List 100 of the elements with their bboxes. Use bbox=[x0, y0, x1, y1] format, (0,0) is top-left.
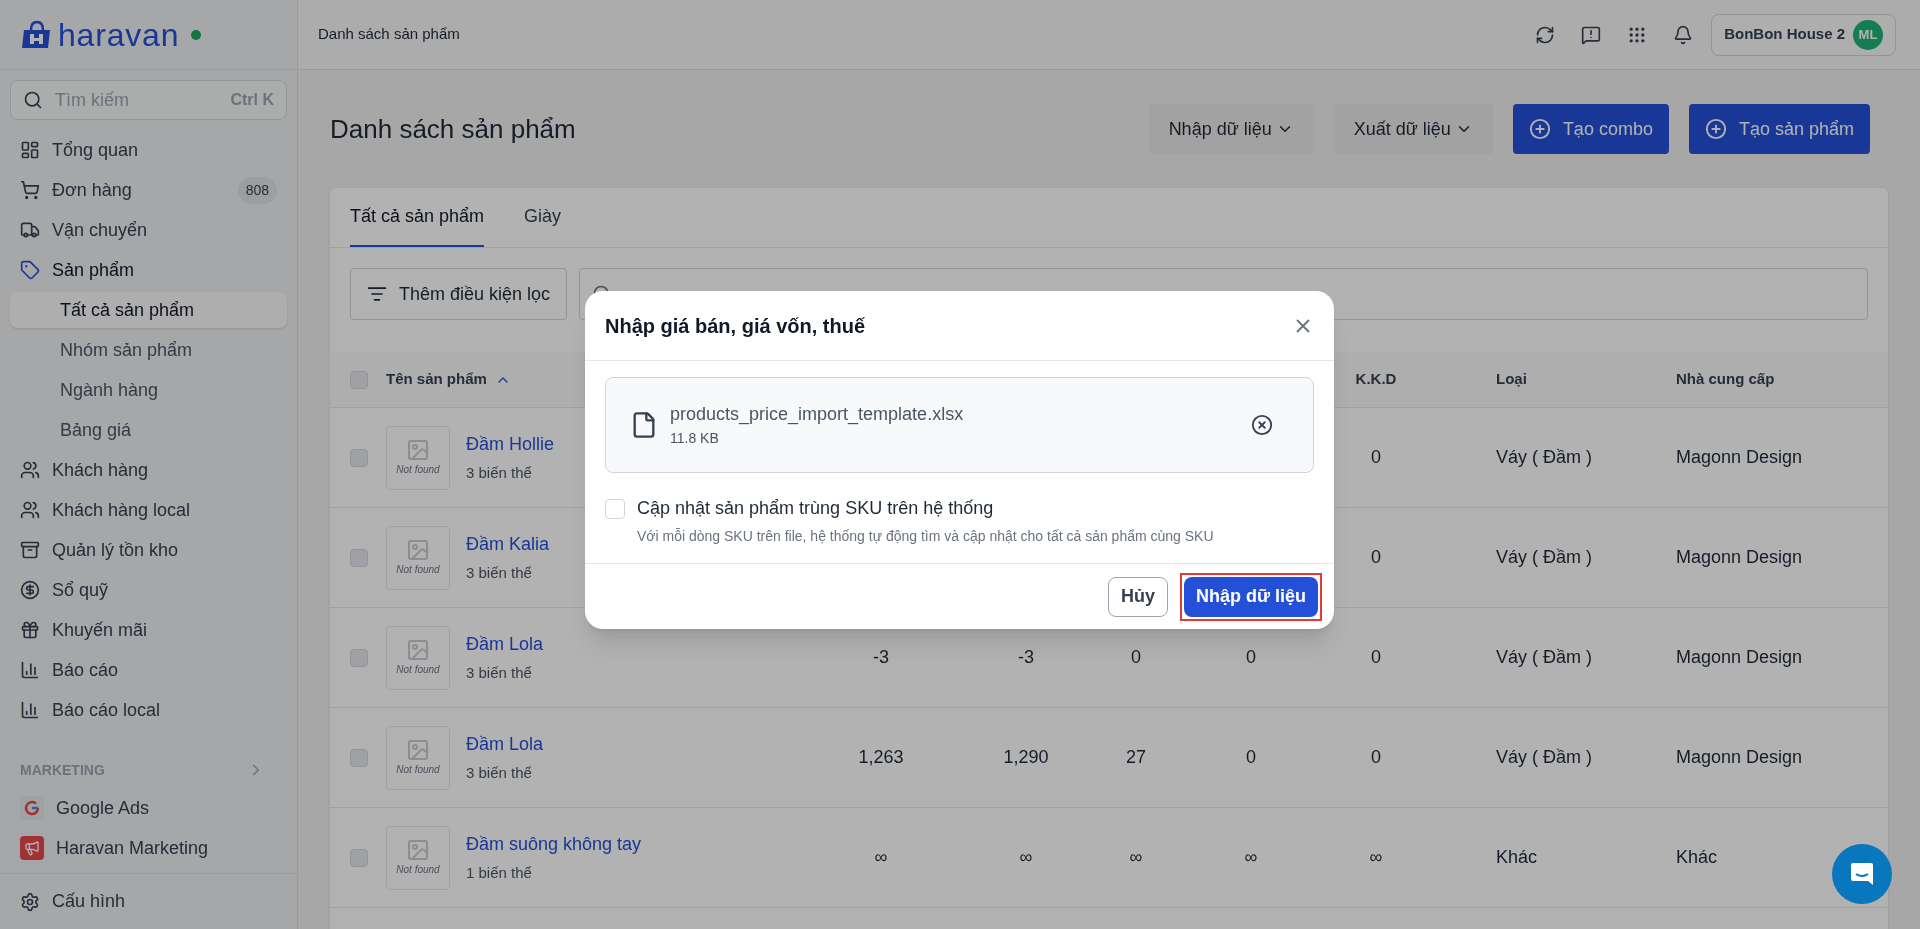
sidebar-item[interactable]: Báo cáo local bbox=[0, 690, 297, 730]
megaphone-icon bbox=[20, 836, 44, 860]
dollar-icon bbox=[20, 580, 40, 600]
sidebar-item[interactable]: Đơn hàng 808 bbox=[0, 170, 297, 210]
store-switcher[interactable]: BonBon House 2 ML bbox=[1711, 13, 1896, 56]
sidebar-item[interactable]: Báo cáo bbox=[0, 650, 297, 690]
plus-icon bbox=[1528, 118, 1551, 140]
table-cell-text: Khác bbox=[1495, 846, 1539, 869]
variant-count: 3 biến thể bbox=[466, 662, 533, 683]
dropdown-button[interactable]: Nhập dữ liệu bbox=[1148, 104, 1314, 154]
column-header: K.K.D bbox=[1355, 369, 1397, 390]
sync-icon[interactable] bbox=[1535, 24, 1556, 45]
bar-chart-icon bbox=[20, 660, 40, 680]
table-cell-text: ∞ bbox=[1369, 846, 1383, 869]
hint-text: Với mỗi dòng SKU trên file, hệ thống tự động tìm và cập nhật cho tất cả sản phẩm cùng SKU bbox=[636, 527, 1215, 546]
table-cell-text: Magonn Design bbox=[1676, 446, 1804, 469]
bar-chart-icon bbox=[20, 700, 40, 720]
sidebar-subitem[interactable]: Nhóm sản phẩm bbox=[10, 332, 287, 368]
dialog-title: Nhập giá bán, giá vốn, thuế bbox=[605, 313, 867, 339]
sidebar-item[interactable]: Haravan Marketing bbox=[0, 828, 297, 868]
table-cell-text: 27 bbox=[1126, 746, 1146, 769]
product-link[interactable]: Đầm Hollie bbox=[466, 430, 555, 458]
table-cell-text: ∞ bbox=[1244, 846, 1258, 869]
sidebar-item[interactable]: Vận chuyển bbox=[0, 210, 297, 250]
sidebar-subitem[interactable]: Bảng giá bbox=[10, 412, 287, 448]
column-header: Loại bbox=[1495, 369, 1528, 390]
sidebar-subitem[interactable]: Ngành hàng bbox=[10, 372, 287, 408]
table-cell-text: 0 bbox=[1131, 646, 1141, 669]
sidebar-item[interactable]: Tổng quan bbox=[0, 130, 297, 170]
sidebar-item[interactable]: Cấu hình bbox=[52, 888, 126, 915]
filter-button[interactable]: Thêm điều kiện lọc bbox=[350, 268, 568, 320]
checkbox[interactable] bbox=[350, 448, 368, 467]
tab[interactable]: Tất cả sản phẩm bbox=[350, 188, 485, 247]
notification-icon[interactable] bbox=[1673, 24, 1694, 45]
sidebar-item[interactable]: Sổ quỹ bbox=[0, 570, 297, 610]
section-title: MARKETING bbox=[20, 760, 106, 780]
shortcut-label: Ctrl K bbox=[230, 90, 274, 110]
table-cell-text: 0 bbox=[1371, 546, 1381, 569]
table-cell-text: Magonn Design bbox=[1676, 546, 1804, 569]
checkbox[interactable] bbox=[350, 848, 368, 867]
cancel-button[interactable]: Hủy bbox=[1107, 576, 1168, 617]
table-cell-text: 0 bbox=[1246, 646, 1256, 669]
table-cell-text: ∞ bbox=[1019, 846, 1033, 869]
sidebar-item[interactable]: Khách hàng local bbox=[0, 490, 297, 530]
import-button[interactable]: Nhập dữ liệu bbox=[1183, 576, 1318, 617]
count-badge: 808 bbox=[237, 176, 277, 204]
table-cell-text: 1,263 bbox=[858, 746, 904, 769]
checkbox[interactable] bbox=[350, 548, 368, 567]
create-button[interactable]: Tạo combo bbox=[1512, 104, 1669, 154]
sidebar-item[interactable]: Sản phẩm bbox=[0, 250, 297, 290]
table-cell-text: Magonn Design bbox=[1676, 746, 1804, 769]
create-button[interactable]: Tạo sản phẩm bbox=[1688, 104, 1870, 154]
column-header[interactable]: Tên sản phẩm bbox=[386, 368, 487, 391]
table-cell-text: ∞ bbox=[1129, 846, 1143, 869]
page-title: Danh sách sản phẩm bbox=[330, 112, 577, 146]
chat-icon bbox=[1849, 861, 1875, 887]
users-icon bbox=[20, 500, 40, 520]
tab[interactable]: Giày bbox=[524, 188, 562, 247]
sidebar-subitem[interactable]: Tất cả sản phẩm bbox=[10, 292, 287, 328]
product-link[interactable]: Đầm Lola bbox=[466, 730, 544, 758]
table-cell-text: Váy ( Đầm ) bbox=[1495, 446, 1593, 469]
file-name: products_price_import_template.xlsx bbox=[670, 403, 965, 427]
table-cell-text: 0 bbox=[1246, 746, 1256, 769]
product-thumbnail: Not found bbox=[386, 825, 450, 890]
checkbox[interactable] bbox=[350, 370, 368, 389]
table-cell-text: 0 bbox=[1371, 646, 1381, 669]
checkbox[interactable] bbox=[605, 498, 625, 519]
sidebar-item[interactable]: Quản lý tồn kho bbox=[0, 530, 297, 570]
remove-file-icon[interactable] bbox=[1251, 414, 1273, 436]
checkbox-label[interactable]: Cập nhật sản phẩm trùng SKU trên hệ thống bbox=[637, 495, 994, 522]
variant-count: 1 biến thể bbox=[466, 862, 533, 883]
gift-icon bbox=[20, 620, 40, 640]
variant-count: 3 biến thể bbox=[466, 462, 533, 483]
truck-icon bbox=[20, 220, 40, 240]
tag-icon bbox=[20, 260, 40, 280]
google-icon bbox=[20, 796, 44, 820]
users-icon bbox=[20, 460, 40, 480]
table-cell-text: 0 bbox=[1371, 746, 1381, 769]
table-cell-text: -3 bbox=[873, 646, 889, 669]
brand-name: haravan bbox=[58, 18, 180, 51]
avatar: ML bbox=[1853, 19, 1883, 50]
checkbox[interactable] bbox=[350, 748, 368, 767]
sidebar-item[interactable]: Khuyến mãi bbox=[0, 610, 297, 650]
sidebar-item[interactable]: Khách hàng bbox=[0, 450, 297, 490]
feedback-icon[interactable] bbox=[1581, 24, 1602, 45]
table-cell-text: Váy ( Đầm ) bbox=[1495, 746, 1593, 769]
column-header: Nhà cung cấp bbox=[1676, 369, 1776, 390]
sidebar-item[interactable]: Google Ads bbox=[0, 788, 297, 828]
product-link[interactable]: Đầm Lola bbox=[466, 630, 544, 658]
product-thumbnail: Not found bbox=[386, 625, 450, 690]
product-link[interactable]: Đầm Kalia bbox=[466, 530, 550, 558]
dropdown-button[interactable]: Xuất dữ liệu bbox=[1333, 104, 1493, 154]
archive-icon bbox=[20, 540, 40, 560]
breadcrumb: Danh sách sản phẩm bbox=[318, 24, 461, 45]
checkbox[interactable] bbox=[350, 648, 368, 667]
variant-count: 3 biến thể bbox=[466, 762, 533, 783]
product-link[interactable]: Đầm suông không tay bbox=[466, 830, 642, 858]
dashboard-icon bbox=[20, 140, 40, 160]
table-cell-text: Váy ( Đầm ) bbox=[1495, 646, 1593, 669]
product-thumbnail: Not found bbox=[386, 725, 450, 790]
